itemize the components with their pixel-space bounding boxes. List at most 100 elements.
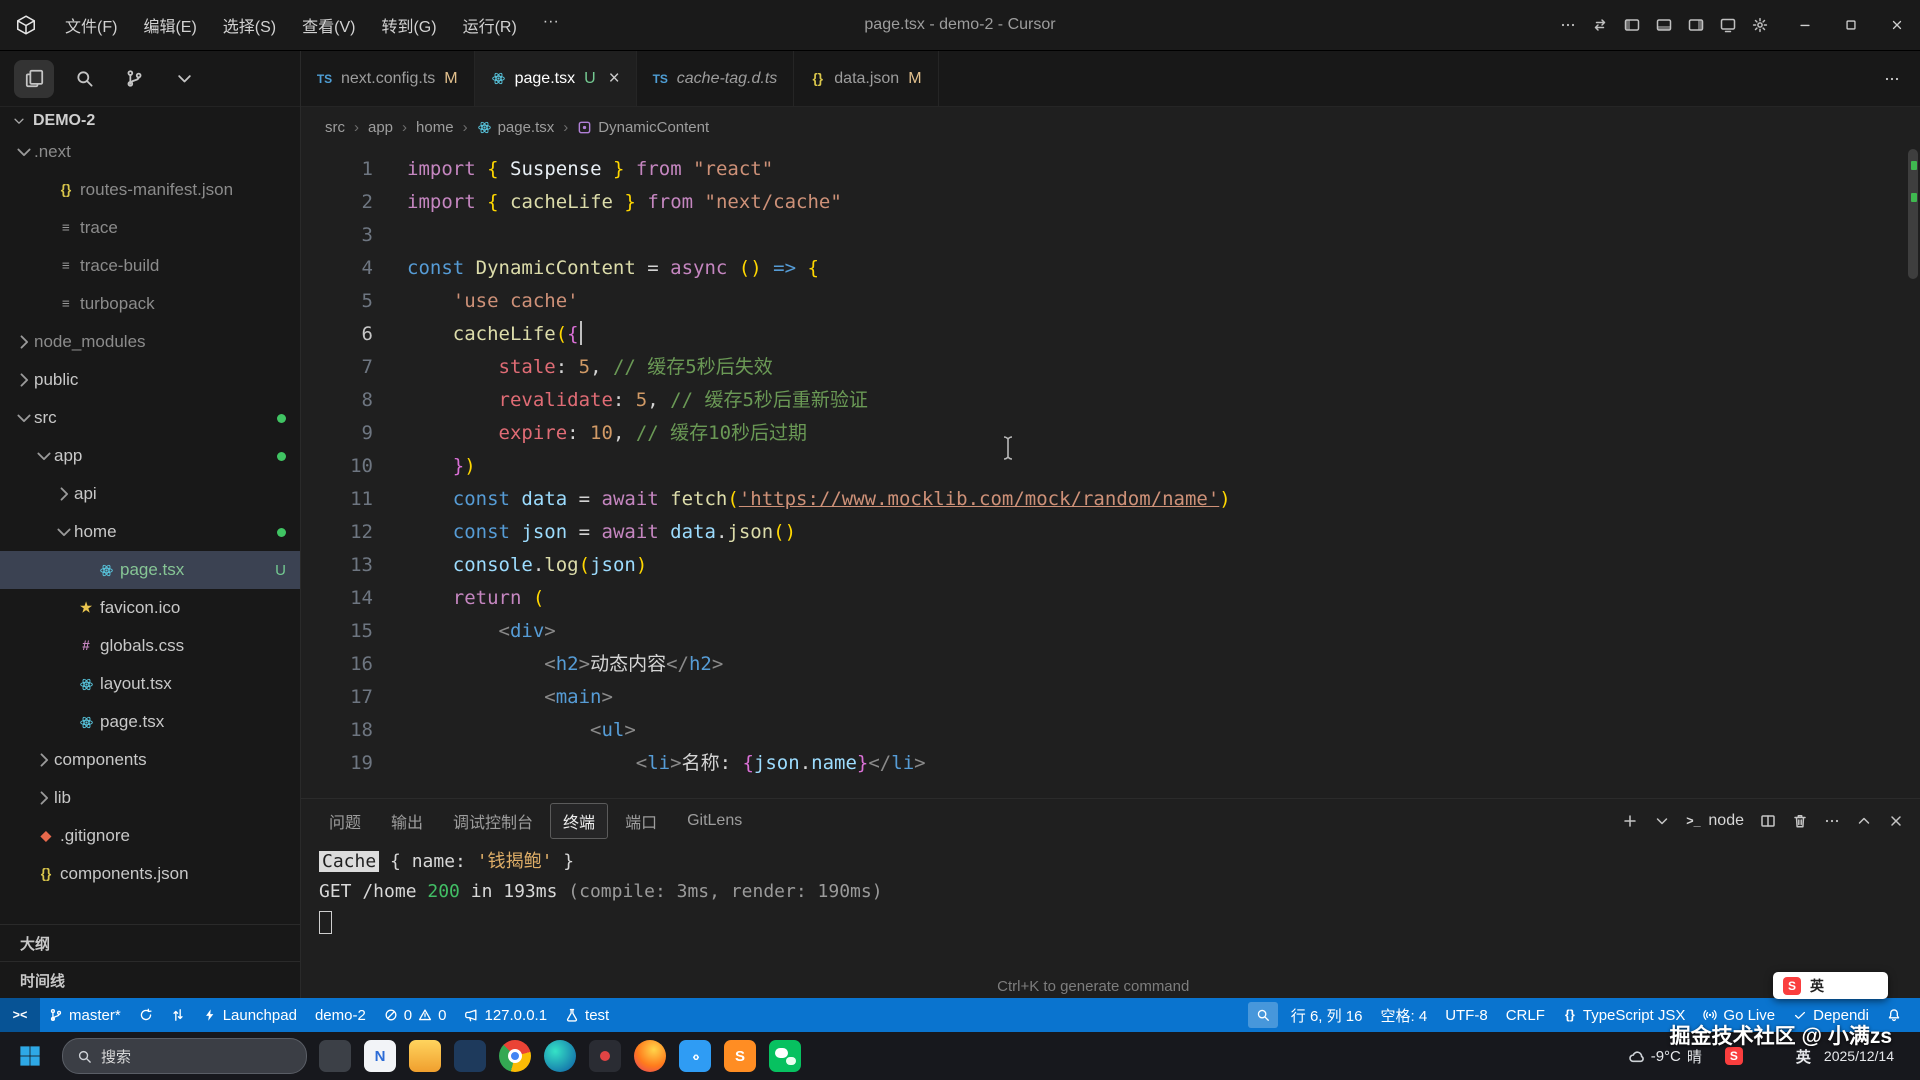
kebab-button[interactable] (1824, 813, 1840, 829)
tree-item[interactable]: {}routes-manifest.json (0, 171, 300, 209)
code-line[interactable]: 19 <li>名称: {json.name}</li> (301, 747, 1904, 780)
taskbar-icon-wechat[interactable] (769, 1040, 801, 1072)
start-button[interactable] (10, 1036, 50, 1076)
editor-tab[interactable]: TSnext.config.tsM (301, 51, 475, 106)
panel-tab-GitLens[interactable]: GitLens (675, 807, 754, 835)
cursor-position[interactable]: 行 6, 列 16 (1282, 998, 1372, 1032)
project-name[interactable]: demo-2 (306, 998, 375, 1032)
eol[interactable]: CRLF (1497, 998, 1554, 1032)
tree-item[interactable]: ★favicon.ico (0, 589, 300, 627)
taskbar-icon-pinned-app[interactable] (319, 1040, 351, 1072)
sidebar-section-大纲[interactable]: 大纲 (0, 924, 300, 961)
activity-chev-down-button[interactable] (164, 60, 204, 98)
chev-up-button[interactable] (1856, 813, 1872, 829)
code-line[interactable]: 18 <ul> (301, 714, 1904, 747)
editor-tab[interactable]: page.tsxU× (475, 51, 637, 106)
plus-button[interactable] (1622, 813, 1638, 829)
tree-item[interactable]: home (0, 513, 300, 551)
tree-item[interactable]: src (0, 399, 300, 437)
tree-item[interactable]: layout.tsx (0, 665, 300, 703)
tree-item[interactable]: page.tsx (0, 703, 300, 741)
code-editor[interactable]: 1import { Suspense } from "react"2import… (301, 147, 1920, 798)
tree-item[interactable]: ◆.gitignore (0, 817, 300, 855)
sidebar-section-时间线[interactable]: 时间线 (0, 961, 300, 998)
tree-item[interactable]: components (0, 741, 300, 779)
menu-item[interactable]: 编辑(E) (130, 8, 209, 42)
tree-item[interactable]: node_modules (0, 323, 300, 361)
taskbar-icon-vscode[interactable] (679, 1040, 711, 1072)
code-line[interactable]: 14 return ( (301, 582, 1904, 615)
code-line[interactable]: 5 'use cache' (301, 285, 1904, 318)
tree-item[interactable]: api (0, 475, 300, 513)
menu-item[interactable]: 查看(V) (289, 8, 368, 42)
taskbar-icon-code-editor[interactable] (724, 1040, 756, 1072)
problems[interactable]: 00 (375, 998, 456, 1032)
sync-changes[interactable] (130, 998, 162, 1032)
compare-changes[interactable] (162, 998, 194, 1032)
taskbar-icon-chrome[interactable] (499, 1040, 531, 1072)
code-line[interactable]: 16 <h2>动态内容</h2> (301, 648, 1904, 681)
code-line[interactable]: 15 <div> (301, 615, 1904, 648)
launchpad[interactable]: Launchpad (194, 998, 306, 1032)
code-line[interactable]: 8 revalidate: 5, // 缓存5秒后重新验证 (301, 384, 1904, 417)
close-button[interactable] (1874, 0, 1920, 50)
taskbar-search[interactable]: 搜索 (62, 1038, 307, 1074)
layout-left-button[interactable] (1624, 17, 1640, 33)
editor-scrollbar[interactable] (1906, 147, 1920, 798)
tree-item[interactable]: page.tsxU (0, 551, 300, 589)
code-line[interactable]: 10 }) (301, 450, 1904, 483)
ime-mode-label[interactable]: 英 (1810, 976, 1824, 996)
layout-right-button[interactable] (1688, 17, 1704, 33)
minimize-button[interactable] (1782, 0, 1828, 50)
taskbar-icon-notes-app[interactable] (364, 1040, 396, 1072)
tray-date[interactable]: 2025/12/14 (1824, 1048, 1894, 1064)
breadcrumb-item[interactable]: home (416, 119, 454, 136)
menu-item[interactable]: 选择(S) (210, 8, 289, 42)
close-tab-icon[interactable]: × (609, 68, 620, 90)
panel-tab-输出[interactable]: 输出 (379, 804, 435, 838)
code-line[interactable]: 11 const data = await fetch('https://www… (301, 483, 1904, 516)
tree-item[interactable]: lib (0, 779, 300, 817)
tree-item[interactable]: .next (0, 133, 300, 171)
code-line[interactable]: 4const DynamicContent = async () => { (301, 252, 1904, 285)
maximize-button[interactable] (1828, 0, 1874, 50)
breadcrumb-item[interactable]: page.tsx (477, 119, 555, 136)
tree-item[interactable]: public (0, 361, 300, 399)
tree-item[interactable]: ≡trace-build (0, 247, 300, 285)
code-line[interactable]: 7 stale: 5, // 缓存5秒后失效 (301, 351, 1904, 384)
trash-button[interactable] (1792, 813, 1808, 829)
panel-tab-端口[interactable]: 端口 (613, 804, 669, 838)
chev-down-button[interactable] (1654, 813, 1670, 829)
breadcrumb-item[interactable]: DynamicContent (577, 119, 709, 136)
editor-tab[interactable]: {}data.jsonM (794, 51, 938, 106)
test-runner[interactable]: test (556, 998, 618, 1032)
tree-item[interactable]: {}components.json (0, 855, 300, 893)
git-branch[interactable]: master* (40, 998, 130, 1032)
swap-button[interactable] (1592, 17, 1608, 33)
code-line[interactable]: 6 cacheLife({ (301, 318, 1904, 351)
tabbar-more-button[interactable] (1864, 51, 1920, 106)
code-line[interactable]: 17 <main> (301, 681, 1904, 714)
taskbar-icon-edge[interactable] (544, 1040, 576, 1072)
breadcrumb-item[interactable]: src (325, 119, 345, 136)
encoding[interactable]: UTF-8 (1436, 998, 1497, 1032)
explorer-root[interactable]: DEMO-2 (0, 107, 300, 133)
indentation[interactable]: 空格: 4 (1372, 998, 1437, 1032)
activity-branch-button[interactable] (114, 60, 154, 98)
taskbar-icon-media-app[interactable] (589, 1040, 621, 1072)
terminal[interactable]: Cache { name: '钱揭鲍' }GET /home 200 in 19… (301, 843, 1920, 998)
remote-indicator[interactable]: >< (0, 998, 40, 1032)
kebab-button[interactable] (1560, 17, 1576, 33)
tree-item[interactable]: ≡turbopack (0, 285, 300, 323)
search-toggle[interactable] (1248, 1002, 1278, 1028)
panel-tab-问题[interactable]: 问题 (317, 804, 373, 838)
tree-item[interactable]: #globals.css (0, 627, 300, 665)
split-button[interactable] (1760, 813, 1776, 829)
panel-tab-终端[interactable]: 终端 (551, 804, 607, 838)
panel-tab-调试控制台[interactable]: 调试控制台 (441, 804, 545, 838)
sogou-icon[interactable]: S (1783, 977, 1801, 995)
code-line[interactable]: 12 const json = await data.json() (301, 516, 1904, 549)
tree-item[interactable]: app (0, 437, 300, 475)
code-line[interactable]: 2import { cacheLife } from "next/cache" (301, 186, 1904, 219)
terminal-process[interactable]: >_node (1686, 812, 1744, 830)
